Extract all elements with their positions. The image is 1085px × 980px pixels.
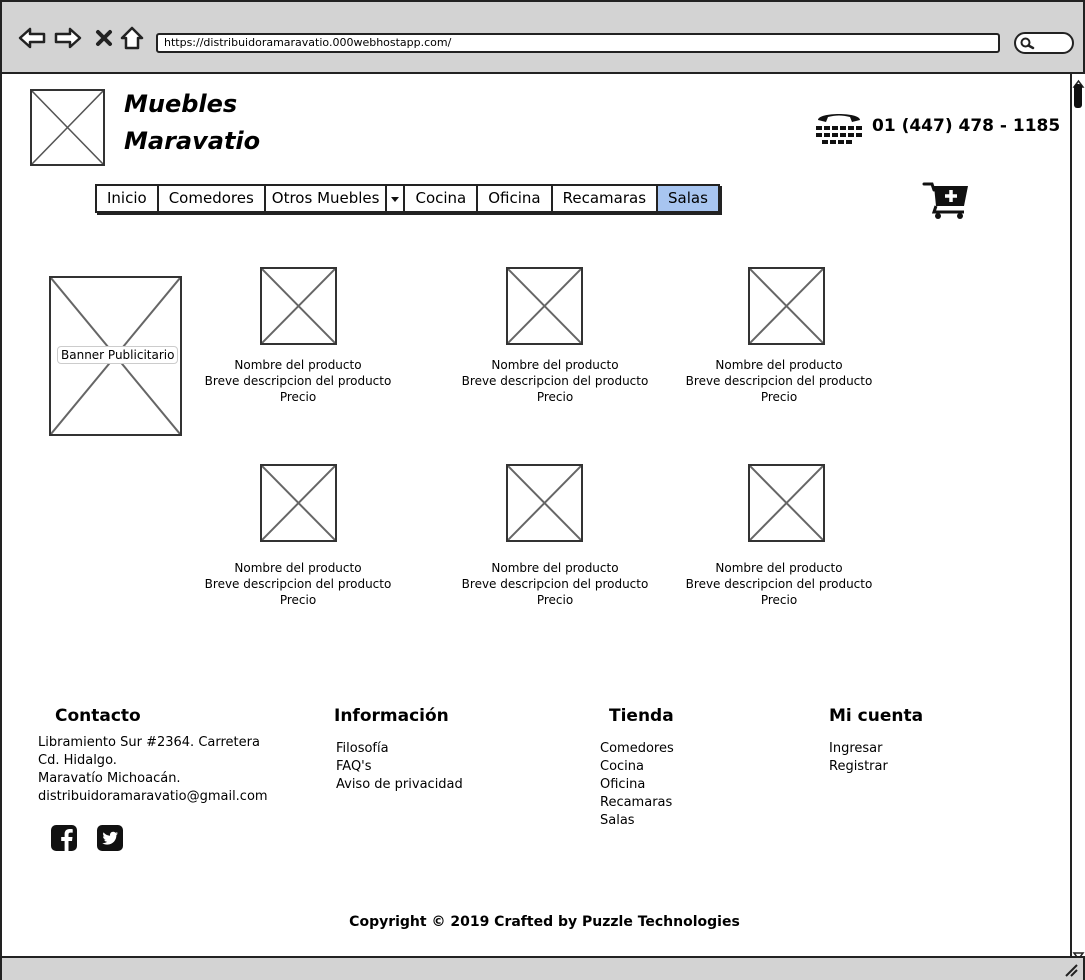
footer-link-oficina[interactable]: Oficina <box>600 776 674 794</box>
nav-item-oficina[interactable]: Oficina <box>478 186 553 211</box>
footer-link-recamaras[interactable]: Recamaras <box>600 794 674 812</box>
telephone-icon <box>816 114 862 144</box>
product-image-placeholder[interactable] <box>260 464 337 542</box>
footer-link-registrar[interactable]: Registrar <box>829 758 888 776</box>
twitter-icon[interactable] <box>96 824 124 852</box>
product-image-placeholder[interactable] <box>260 267 337 345</box>
product-description: Breve descripcion del producto <box>461 374 649 388</box>
brand-line-1: Muebles <box>124 90 238 118</box>
product-price: Precio <box>536 390 574 404</box>
footer-contact-title: Contacto <box>55 706 141 726</box>
footer-link-salas[interactable]: Salas <box>600 812 674 830</box>
add-to-cart-icon[interactable] <box>922 180 970 224</box>
phone-contact: 01 (447) 478 - 1185 <box>814 106 1060 146</box>
footer-store-links: Comedores Cocina Oficina Recamaras Salas <box>600 740 674 830</box>
forward-arrow-icon[interactable] <box>54 24 82 52</box>
product-image-placeholder[interactable] <box>506 464 583 542</box>
back-arrow-icon[interactable] <box>18 24 46 52</box>
product-name[interactable]: Nombre del producto <box>669 357 889 373</box>
nav-item-cocina[interactable]: Cocina <box>405 186 479 211</box>
brand-line-2: Maravatio <box>124 127 261 155</box>
product-card-text: Nombre del producto Breve descripcion de… <box>188 560 408 608</box>
footer-link-aviso-privacidad[interactable]: Aviso de privacidad <box>336 776 463 794</box>
resize-grip-icon[interactable] <box>1063 962 1079 978</box>
banner-label: Banner Publicitario <box>57 346 179 364</box>
product-price: Precio <box>760 390 798 404</box>
product-description: Breve descripcion del producto <box>204 577 392 591</box>
nav-item-comedores[interactable]: Comedores <box>159 186 266 211</box>
footer-link-cocina[interactable]: Cocina <box>600 758 674 776</box>
home-icon[interactable] <box>118 24 146 52</box>
scroll-down-arrow-icon[interactable] <box>1072 946 1085 961</box>
copyright-text: Copyright © 2019 Crafted by Puzzle Techn… <box>349 914 740 930</box>
product-card-text: Nombre del producto Breve descripcion de… <box>669 560 889 608</box>
footer-account-links: Ingresar Registrar <box>829 740 888 776</box>
product-price: Precio <box>760 593 798 607</box>
status-bar <box>2 956 1083 980</box>
product-image-placeholder[interactable] <box>506 267 583 345</box>
contact-address-line: Cd. Hidalgo. <box>38 753 117 768</box>
scroll-up-arrow-icon[interactable] <box>1072 74 1085 88</box>
product-image-placeholder[interactable] <box>748 464 825 542</box>
browser-window: https://distribuidoramaravatio.000webhos… <box>0 0 1085 980</box>
product-name[interactable]: Nombre del producto <box>445 560 665 576</box>
advertising-banner[interactable]: Banner Publicitario <box>49 276 182 436</box>
browser-search-field[interactable] <box>1014 32 1074 54</box>
brand-name[interactable]: Muebles Maravatio <box>124 86 260 160</box>
product-description: Breve descripcion del producto <box>204 374 392 388</box>
footer-link-ingresar[interactable]: Ingresar <box>829 740 888 758</box>
footer-link-filosofia[interactable]: Filosofía <box>336 740 463 758</box>
footer-store-title: Tienda <box>609 706 674 726</box>
footer-link-comedores[interactable]: Comedores <box>600 740 674 758</box>
product-card-text: Nombre del producto Breve descripcion de… <box>445 357 665 405</box>
footer-info-links: Filosofía FAQ's Aviso de privacidad <box>336 740 463 794</box>
product-price: Precio <box>536 593 574 607</box>
product-description: Breve descripcion del producto <box>461 577 649 591</box>
contact-email[interactable]: distribuidoramaravatio@gmail.com <box>38 788 268 806</box>
product-price: Precio <box>279 390 317 404</box>
footer-link-faqs[interactable]: FAQ's <box>336 758 463 776</box>
product-name[interactable]: Nombre del producto <box>669 560 889 576</box>
footer-info-title: Información <box>334 706 449 726</box>
contact-address-line: Maravatío Michoacán. <box>38 771 181 786</box>
browser-toolbar: https://distribuidoramaravatio.000webhos… <box>2 2 1083 74</box>
nav-dropdown-otros-muebles[interactable]: Otros Muebles <box>266 186 406 211</box>
nav-item-recamaras[interactable]: Recamaras <box>553 186 659 211</box>
vertical-scrollbar[interactable] <box>1070 74 1085 961</box>
footer-account-title: Mi cuenta <box>829 706 924 726</box>
product-card-text: Nombre del producto Breve descripcion de… <box>445 560 665 608</box>
phone-number: 01 (447) 478 - 1185 <box>872 116 1061 136</box>
product-name[interactable]: Nombre del producto <box>445 357 665 373</box>
product-card-text: Nombre del producto Breve descripcion de… <box>669 357 889 405</box>
product-name[interactable]: Nombre del producto <box>188 560 408 576</box>
product-card-text: Nombre del producto Breve descripcion de… <box>188 357 408 405</box>
product-description: Breve descripcion del producto <box>685 577 873 591</box>
facebook-icon[interactable] <box>50 824 78 852</box>
chevron-down-icon[interactable] <box>387 186 403 211</box>
product-name[interactable]: Nombre del producto <box>188 357 408 373</box>
search-icon <box>1020 37 1035 50</box>
stop-icon[interactable] <box>90 24 118 52</box>
scrollbar-thumb[interactable] <box>1074 84 1082 108</box>
product-description: Breve descripcion del producto <box>685 374 873 388</box>
logo-placeholder[interactable] <box>30 89 105 166</box>
nav-item-inicio[interactable]: Inicio <box>97 186 159 211</box>
nav-dropdown-label[interactable]: Otros Muebles <box>266 186 388 211</box>
product-price: Precio <box>279 593 317 607</box>
contact-address-line: Libramiento Sur #2364. Carretera <box>38 735 260 750</box>
address-bar[interactable]: https://distribuidoramaravatio.000webhos… <box>156 33 1000 53</box>
product-image-placeholder[interactable] <box>748 267 825 345</box>
footer-contact-info: Libramiento Sur #2364. Carretera Cd. Hid… <box>38 734 268 806</box>
nav-item-salas[interactable]: Salas <box>658 186 718 211</box>
main-navigation: Inicio Comedores Otros Muebles Cocina Of… <box>95 184 720 213</box>
